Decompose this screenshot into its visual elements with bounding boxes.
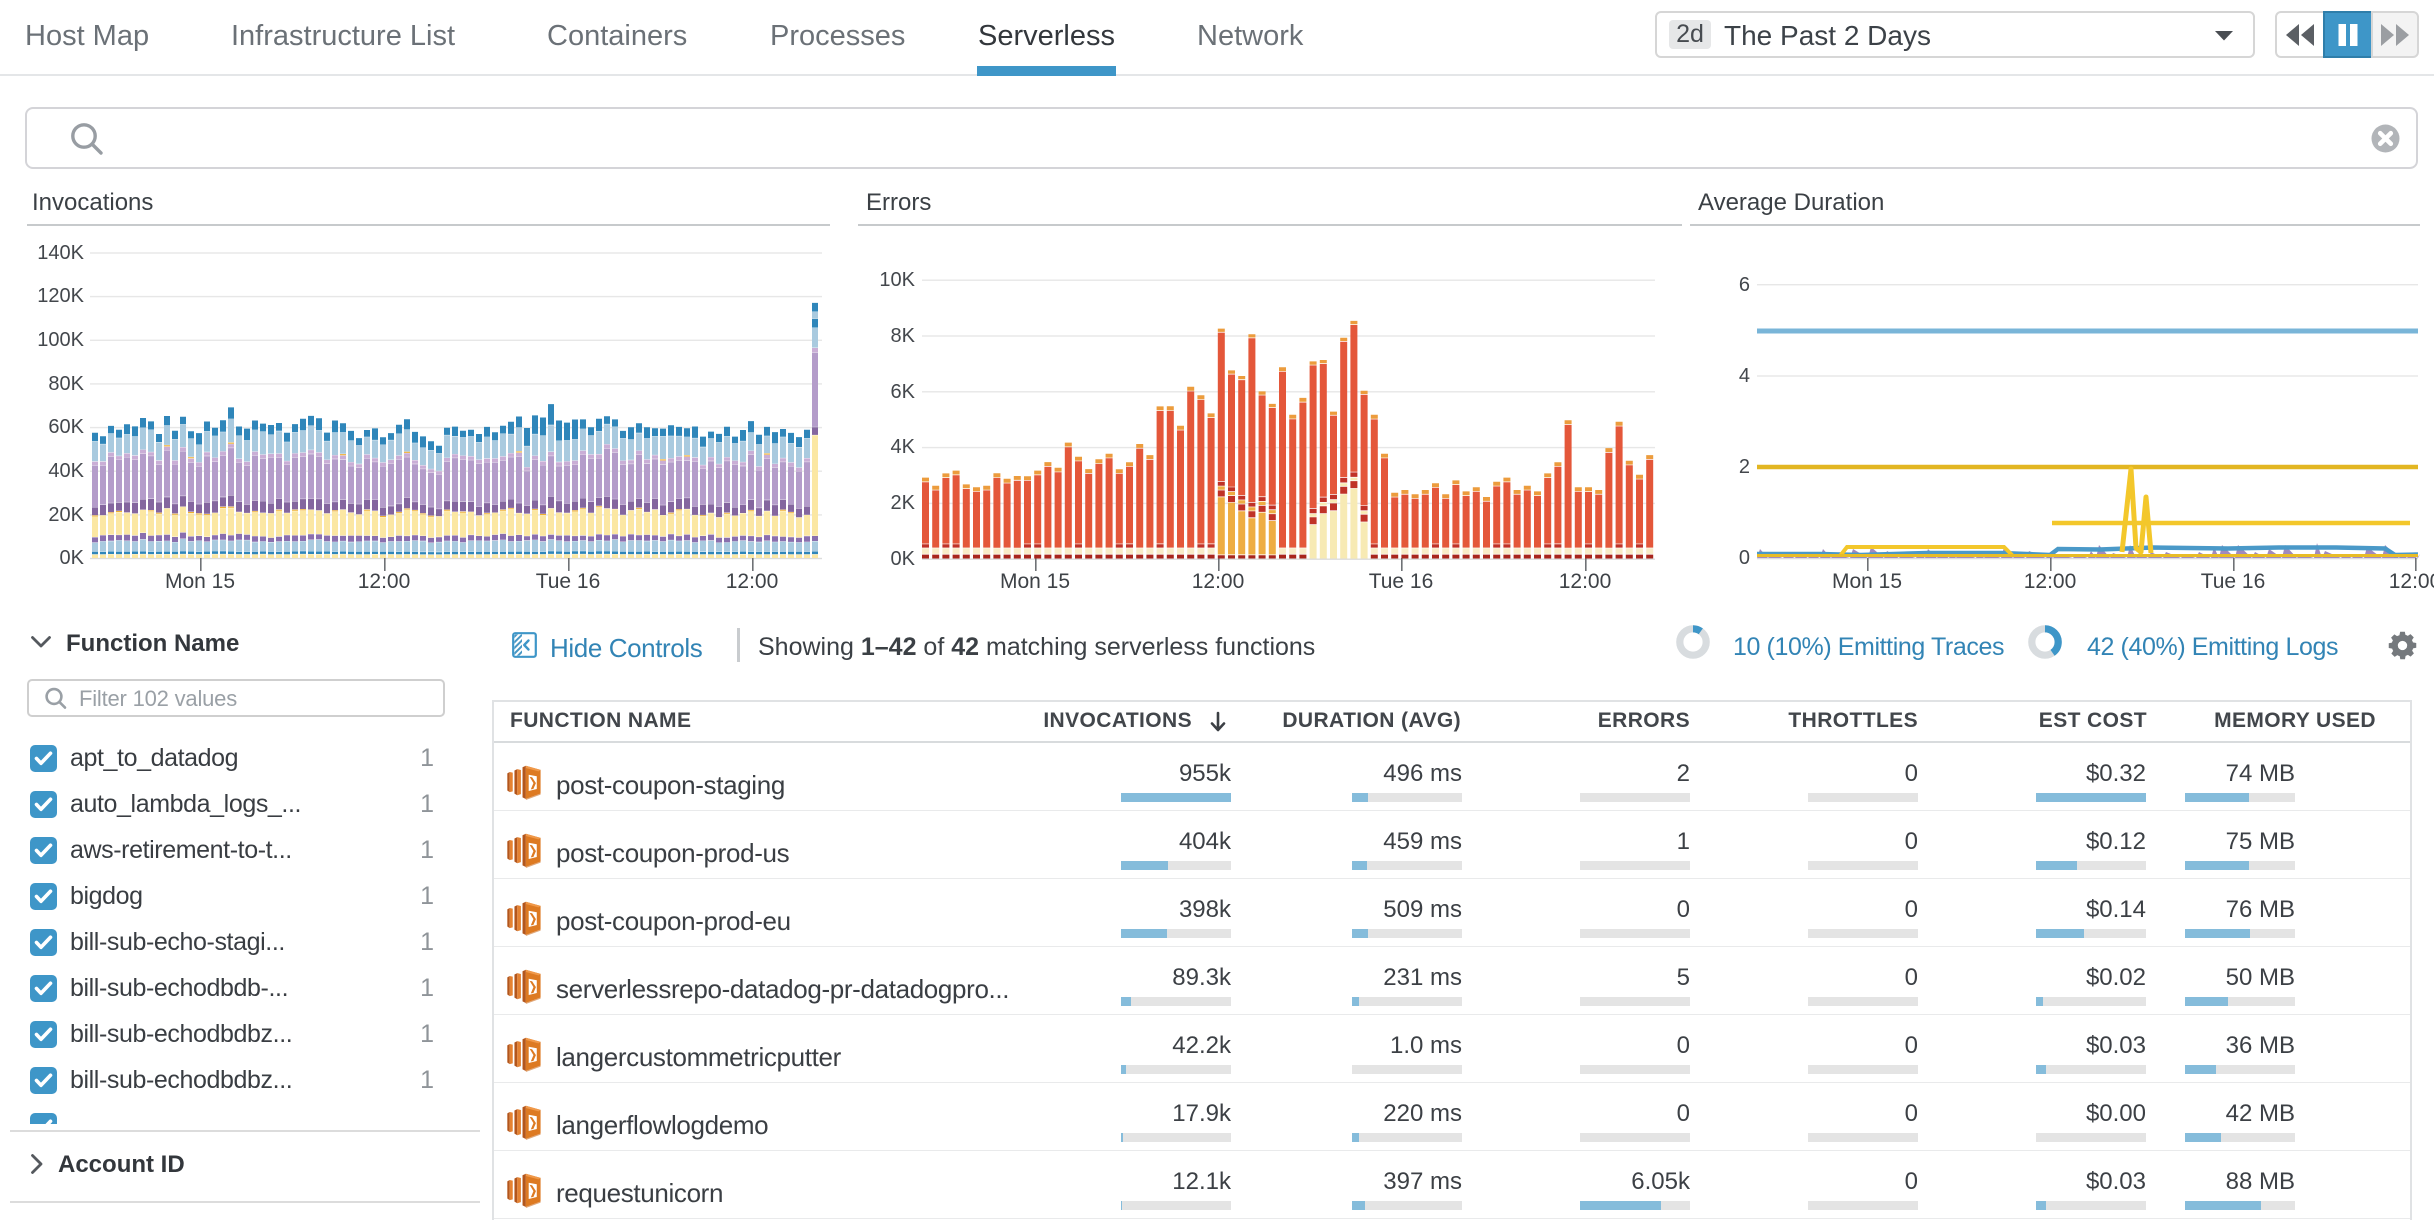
svg-text:Mon 15: Mon 15 (1000, 570, 1070, 593)
svg-text:Mon 15: Mon 15 (165, 570, 235, 593)
svg-text:2K: 2K (891, 492, 916, 514)
svg-text:Tue 16: Tue 16 (2201, 570, 2266, 593)
svg-text:Tue 16: Tue 16 (1369, 570, 1434, 593)
svg-text:12:00: 12:00 (726, 570, 779, 593)
svg-text:100K: 100K (37, 329, 84, 351)
svg-text:Tue 16: Tue 16 (536, 570, 601, 593)
svg-text:120K: 120K (37, 285, 84, 307)
svg-text:8K: 8K (891, 325, 916, 347)
svg-text:0K: 0K (60, 547, 85, 569)
svg-text:80K: 80K (48, 373, 84, 395)
svg-text:10K: 10K (879, 269, 915, 291)
svg-text:6K: 6K (891, 381, 916, 403)
svg-text:4: 4 (1739, 365, 1750, 387)
svg-text:0: 0 (1739, 547, 1750, 569)
svg-text:12:00: 12:00 (2389, 570, 2434, 593)
svg-text:20K: 20K (48, 504, 84, 526)
svg-text:12:00: 12:00 (358, 570, 411, 593)
svg-text:4K: 4K (891, 436, 916, 458)
svg-text:12:00: 12:00 (2024, 570, 2077, 593)
svg-text:Mon 15: Mon 15 (1832, 570, 1902, 593)
svg-text:12:00: 12:00 (1559, 570, 1612, 593)
svg-text:6: 6 (1739, 274, 1750, 296)
svg-text:140K: 140K (37, 242, 84, 264)
svg-text:40K: 40K (48, 460, 84, 482)
svg-text:12:00: 12:00 (1192, 570, 1245, 593)
svg-text:2: 2 (1739, 456, 1750, 478)
svg-text:60K: 60K (48, 416, 84, 438)
svg-text:0K: 0K (891, 548, 916, 570)
